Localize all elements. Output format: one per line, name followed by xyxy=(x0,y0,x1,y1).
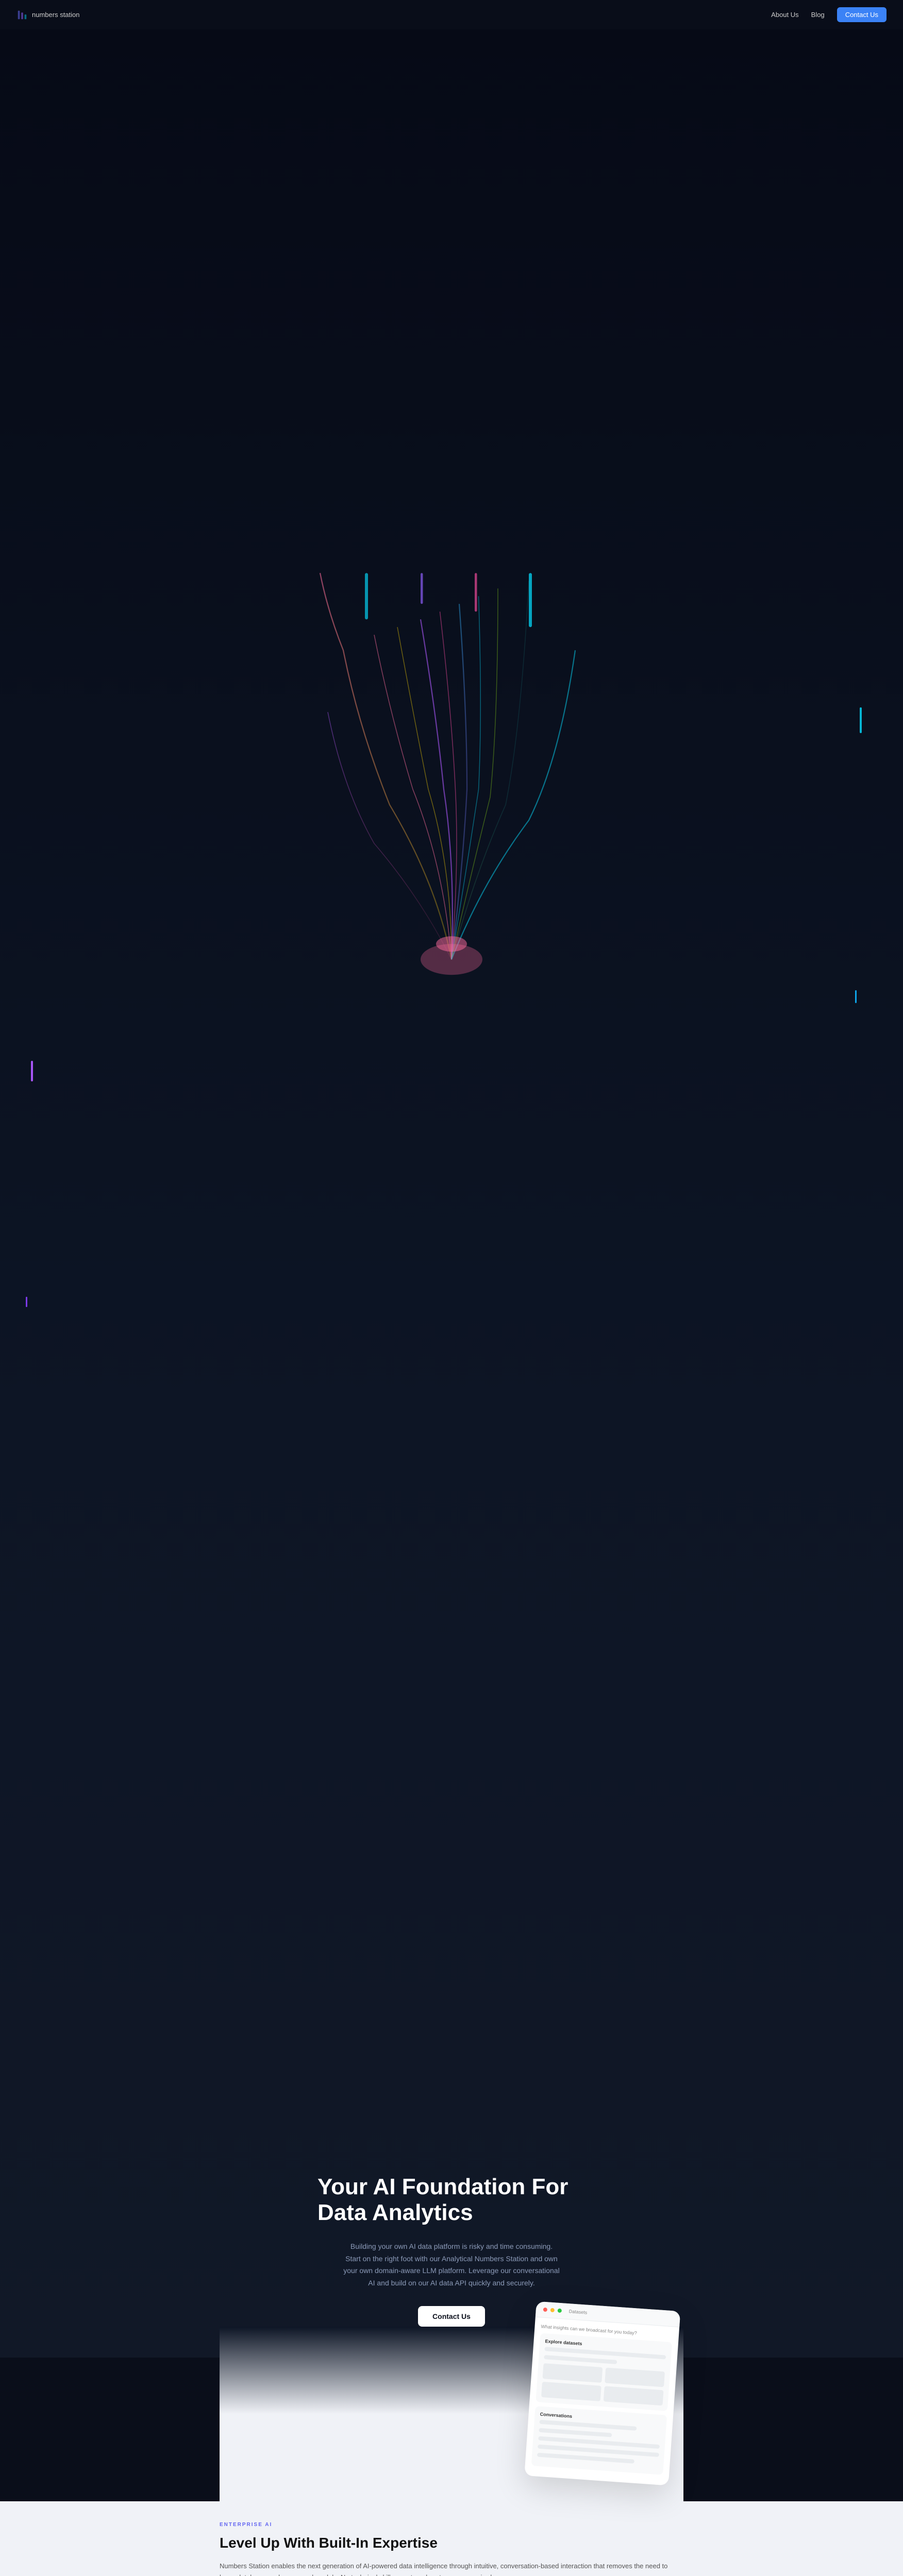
hero-subtitle: Building your own AI data platform is ri… xyxy=(343,2241,560,2290)
hero-title: Your AI Foundation For Data Analytics xyxy=(317,2174,586,2226)
mock-panel-conversations: Conversations xyxy=(531,2406,667,2475)
mock-cell-1 xyxy=(543,2363,603,2383)
mock-row-4 xyxy=(539,2428,612,2437)
nav-blog[interactable]: Blog xyxy=(811,11,825,19)
expand-dot xyxy=(558,2309,562,2313)
minimize-dot xyxy=(550,2308,555,2313)
hero-accent-right xyxy=(860,707,862,733)
enterprise-section: ENTERPRISE AI Level Up With Built-In Exp… xyxy=(0,2501,903,2576)
enterprise-title: Level Up With Built-In Expertise xyxy=(220,2534,683,2552)
hero-accent-left2 xyxy=(26,1297,27,1307)
logo-text: numbers station xyxy=(32,11,80,19)
hero-visual xyxy=(0,0,903,1532)
hero-cta-button[interactable]: Contact Us xyxy=(418,2306,485,2327)
hero-section: Your AI Foundation For Data Analytics Bu… xyxy=(0,0,903,2358)
app-body: What insights can we broadcast for you t… xyxy=(524,2317,679,2486)
close-dot xyxy=(543,2308,548,2312)
mock-cell-4 xyxy=(604,2386,664,2405)
mock-grid xyxy=(541,2363,665,2405)
nav-links: About Us Blog Contact Us xyxy=(771,7,887,22)
mock-cell-2 xyxy=(605,2367,665,2387)
nav-contact-button[interactable]: Contact Us xyxy=(837,7,887,22)
app-screenshot-container: Datasets What insights can we broadcast … xyxy=(220,2327,683,2501)
enterprise-tag: ENTERPRISE AI xyxy=(220,2522,683,2528)
hero-lines-svg xyxy=(297,0,606,1532)
app-screenshot: Datasets What insights can we broadcast … xyxy=(524,2301,680,2486)
mock-panel-datasets: Explore datasets xyxy=(536,2333,672,2411)
logo-icon xyxy=(16,9,28,21)
mock-cell-3 xyxy=(541,2382,601,2401)
app-title: Datasets xyxy=(568,2309,587,2315)
hero-accent-left xyxy=(31,1061,33,1081)
hero-accent-right2 xyxy=(855,990,857,1003)
nav-about[interactable]: About Us xyxy=(771,11,798,19)
navigation: numbers station About Us Blog Contact Us xyxy=(0,0,903,29)
enterprise-text: ENTERPRISE AI Level Up With Built-In Exp… xyxy=(220,2522,683,2576)
logo[interactable]: numbers station xyxy=(16,9,80,21)
enterprise-inner: ENTERPRISE AI Level Up With Built-In Exp… xyxy=(220,2522,683,2576)
enterprise-body-1: Numbers Station enables the next generat… xyxy=(220,2561,683,2576)
mock-row-2 xyxy=(544,2355,617,2364)
